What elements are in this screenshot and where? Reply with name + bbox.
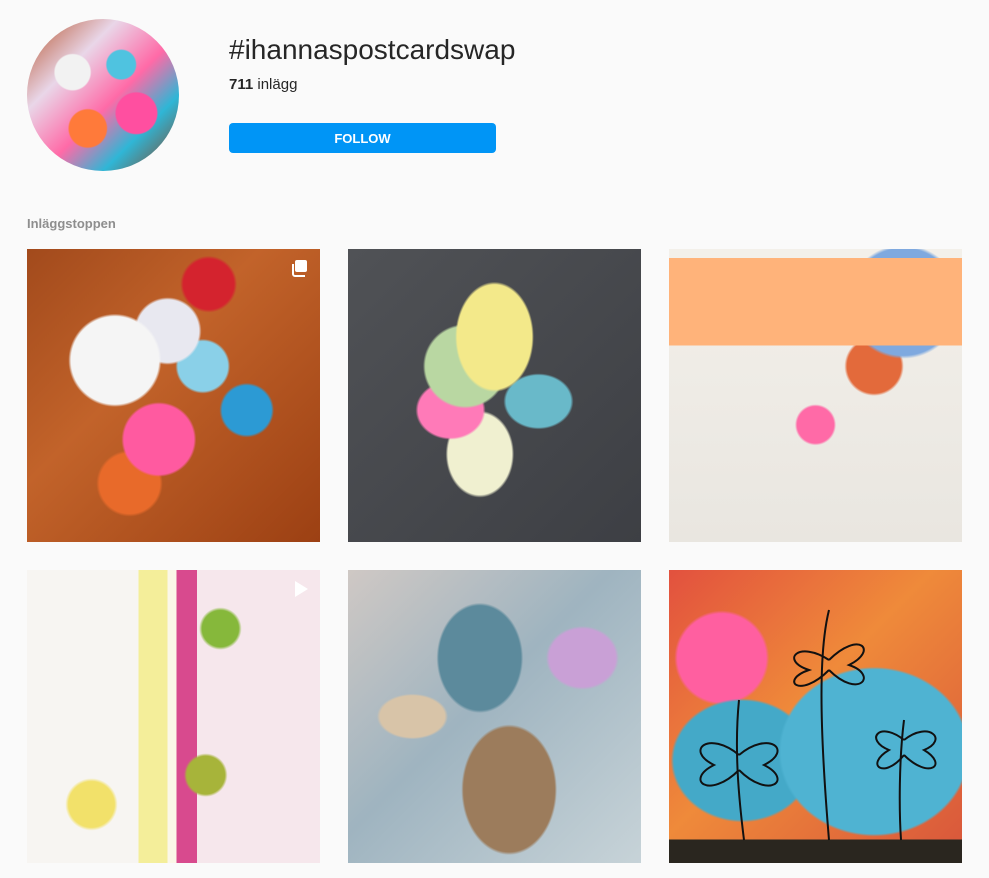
- multiple-posts-icon: [292, 260, 307, 277]
- post-thumbnail-4[interactable]: [27, 570, 320, 863]
- hashtag-title: #ihannaspostcardswap: [229, 34, 516, 65]
- post-thumbnail-6[interactable]: [669, 570, 962, 863]
- post-count-label: inlägg: [257, 76, 298, 93]
- post-thumbnail-1[interactable]: [27, 249, 320, 542]
- flower-drawing: [699, 609, 937, 841]
- post-thumbnail-3[interactable]: [669, 249, 962, 542]
- post-count-value: 711: [229, 76, 254, 93]
- post-thumbnail-5[interactable]: [348, 570, 641, 863]
- follow-button[interactable]: FOLLOW: [229, 123, 496, 153]
- hashtag-avatar: [27, 19, 179, 171]
- post-thumbnail-2[interactable]: [348, 249, 641, 542]
- top-posts-heading: Inläggstoppen: [27, 216, 116, 231]
- play-video-icon: [295, 581, 308, 597]
- post-count: 711 inlägg: [229, 76, 297, 93]
